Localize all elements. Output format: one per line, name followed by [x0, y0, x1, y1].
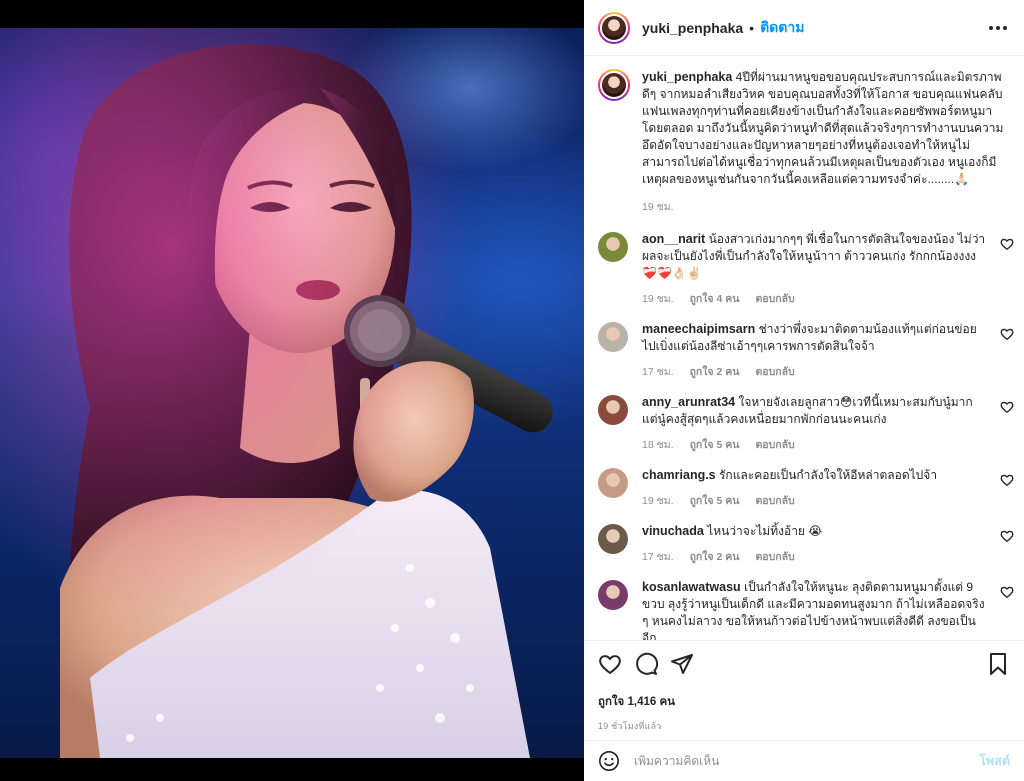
comment-item: chamriang.s รักและคอยเป็นกำลังใจให้อีหล่… — [584, 467, 1024, 509]
comment-item: vinuchada ไหนว่าจะไม่ทิ้งอ้าย 😭 17 ชม. ถูก… — [584, 523, 1024, 565]
comment-content: รักและคอยเป็นกำลังใจให้อีหล่าตลอดไปจ้า — [718, 468, 938, 482]
reply-button[interactable]: ตอบกลับ — [755, 290, 794, 307]
commenter-avatar[interactable] — [598, 468, 628, 498]
comment-time: 19 ชม. — [642, 293, 674, 305]
follow-button[interactable]: ติดตาม — [760, 17, 804, 39]
comment-icon[interactable] — [634, 652, 658, 676]
post-actions: ถูกใจ 1,416 คน 19 ชั่วโมงที่แล้ว — [584, 640, 1024, 733]
comment-like-count[interactable]: ถูกใจ 2 คน — [690, 363, 740, 380]
commenter-username[interactable]: kosanlawatwasu — [642, 580, 741, 594]
post-comment-button[interactable]: โพสต์ — [979, 751, 1010, 771]
comments-scroll-area[interactable]: yuki_penphaka 4ปีที่ผ่านมาหนูขอขอบคุณประ… — [584, 57, 1024, 640]
commenter-username[interactable]: maneechaipimsarn — [642, 322, 755, 336]
comment-heart-icon[interactable] — [1000, 529, 1014, 543]
comment-meta: 18 ชม. ถูกใจ 5 คน ตอบกลับ — [642, 436, 988, 453]
concert-photo — [0, 28, 584, 758]
comment-heart-icon[interactable] — [1000, 585, 1014, 599]
reply-button[interactable]: ตอบกลับ — [755, 436, 794, 453]
commenter-avatar[interactable] — [598, 322, 628, 352]
comment-time: 19 ชม. — [642, 495, 674, 507]
comment-text: maneechaipimsarn ช่างว่าพึ่งจะมาติดตามน้… — [642, 321, 988, 355]
post-time: 19 ชั่วโมงที่แล้ว — [598, 721, 662, 731]
comment-meta: 17 ชม. ถูกใจ 2 คน ตอบกลับ — [642, 363, 988, 380]
comment-time: 18 ชม. — [642, 439, 674, 451]
comment-time: 17 ชม. — [642, 551, 674, 563]
caption-username[interactable]: yuki_penphaka — [642, 70, 732, 84]
bookmark-icon[interactable] — [986, 652, 1010, 676]
emoji-icon[interactable] — [598, 750, 620, 772]
comment-list: aon__narit น้องสาวเก่งมากๆๆ พี่เชื่อในกา… — [584, 231, 1024, 640]
commenter-avatar[interactable] — [598, 524, 628, 554]
caption-avatar[interactable] — [598, 69, 630, 101]
comment-item: anny_arunrat34 ใจหายจังเลยลูกสาว😳เวทีนี้… — [584, 394, 1024, 453]
caption-meta: 19 ชม. — [642, 198, 1008, 215]
comment-heart-icon[interactable] — [1000, 400, 1014, 414]
caption-time: 19 ชม. — [642, 201, 674, 213]
commenter-avatar[interactable] — [598, 580, 628, 610]
comment-item: maneechaipimsarn ช่างว่าพึ่งจะมาติดตามน้… — [584, 321, 1024, 380]
comment-text: vinuchada ไหนว่าจะไม่ทิ้งอ้าย 😭 — [642, 523, 988, 540]
heart-icon[interactable] — [598, 652, 622, 676]
comment-item: aon__narit น้องสาวเก่งมากๆๆ พี่เชื่อในกา… — [584, 231, 1024, 307]
comment-like-count[interactable]: ถูกใจ 4 คน — [690, 290, 740, 307]
singer-illustration — [0, 28, 584, 758]
comment-item: kosanlawatwasu เป็นกำลังใจให้หนูนะ ลุงติ… — [584, 579, 1024, 640]
comment-heart-icon[interactable] — [1000, 237, 1014, 251]
comment-like-count[interactable]: ถูกใจ 2 คน — [690, 548, 740, 565]
post-photo[interactable] — [0, 0, 584, 781]
comment-meta: 19 ชม. ถูกใจ 4 คน ตอบกลับ — [642, 290, 988, 307]
commenter-avatar[interactable] — [598, 232, 628, 262]
comment-like-count[interactable]: ถูกใจ 5 คน — [690, 492, 740, 509]
commenter-avatar[interactable] — [598, 395, 628, 425]
comment-like-count[interactable]: ถูกใจ 5 คน — [690, 436, 740, 453]
comment-heart-icon[interactable] — [1000, 473, 1014, 487]
commenter-username[interactable]: anny_arunrat34 — [642, 395, 735, 409]
comment-content: ไหนว่าจะไม่ทิ้งอ้าย 😭 — [707, 524, 823, 538]
comment-heart-icon[interactable] — [1000, 327, 1014, 341]
comment-time: 17 ชม. — [642, 366, 674, 378]
caption-content: 4ปีที่ผ่านมาหนูขอขอบคุณประสบการณ์และมิตร… — [642, 70, 1004, 186]
share-icon[interactable] — [670, 652, 694, 676]
author-avatar[interactable] — [598, 11, 630, 44]
author-username[interactable]: yuki_penphaka — [642, 20, 743, 36]
comment-meta: 19 ชม. ถูกใจ 5 คน ตอบกลับ — [642, 492, 988, 509]
separator-dot: • — [749, 19, 755, 36]
commenter-username[interactable]: chamriang.s — [642, 468, 716, 482]
comment-text: aon__narit น้องสาวเก่งมากๆๆ พี่เชื่อในกา… — [642, 231, 988, 282]
comment-meta: 17 ชม. ถูกใจ 2 คน ตอบกลับ — [642, 548, 988, 565]
comment-text: anny_arunrat34 ใจหายจังเลยลูกสาว😳เวทีนี้… — [642, 394, 988, 428]
post-caption: yuki_penphaka 4ปีที่ผ่านมาหนูขอขอบคุณประ… — [584, 57, 1024, 215]
more-horizontal-icon[interactable] — [986, 16, 1010, 40]
commenter-username[interactable]: aon__narit — [642, 232, 705, 246]
commenter-username[interactable]: vinuchada — [642, 524, 704, 538]
post-header: yuki_penphaka • ติดตาม — [584, 0, 1024, 56]
caption-text: yuki_penphaka 4ปีที่ผ่านมาหนูขอขอบคุณประ… — [642, 69, 1008, 188]
reply-button[interactable]: ตอบกลับ — [755, 548, 794, 565]
add-comment-bar: โพสต์ — [584, 740, 1024, 781]
comment-input[interactable] — [634, 754, 980, 768]
post-panel: yuki_penphaka • ติดตาม yuki_penphaka 4ปี… — [584, 0, 1024, 781]
reply-button[interactable]: ตอบกลับ — [755, 492, 794, 509]
reply-button[interactable]: ตอบกลับ — [755, 363, 794, 380]
comment-text: kosanlawatwasu เป็นกำลังใจให้หนูนะ ลุงติ… — [642, 579, 988, 640]
like-count[interactable]: ถูกใจ 1,416 คน — [598, 693, 1010, 711]
comment-text: chamriang.s รักและคอยเป็นกำลังใจให้อีหล่… — [642, 467, 988, 484]
